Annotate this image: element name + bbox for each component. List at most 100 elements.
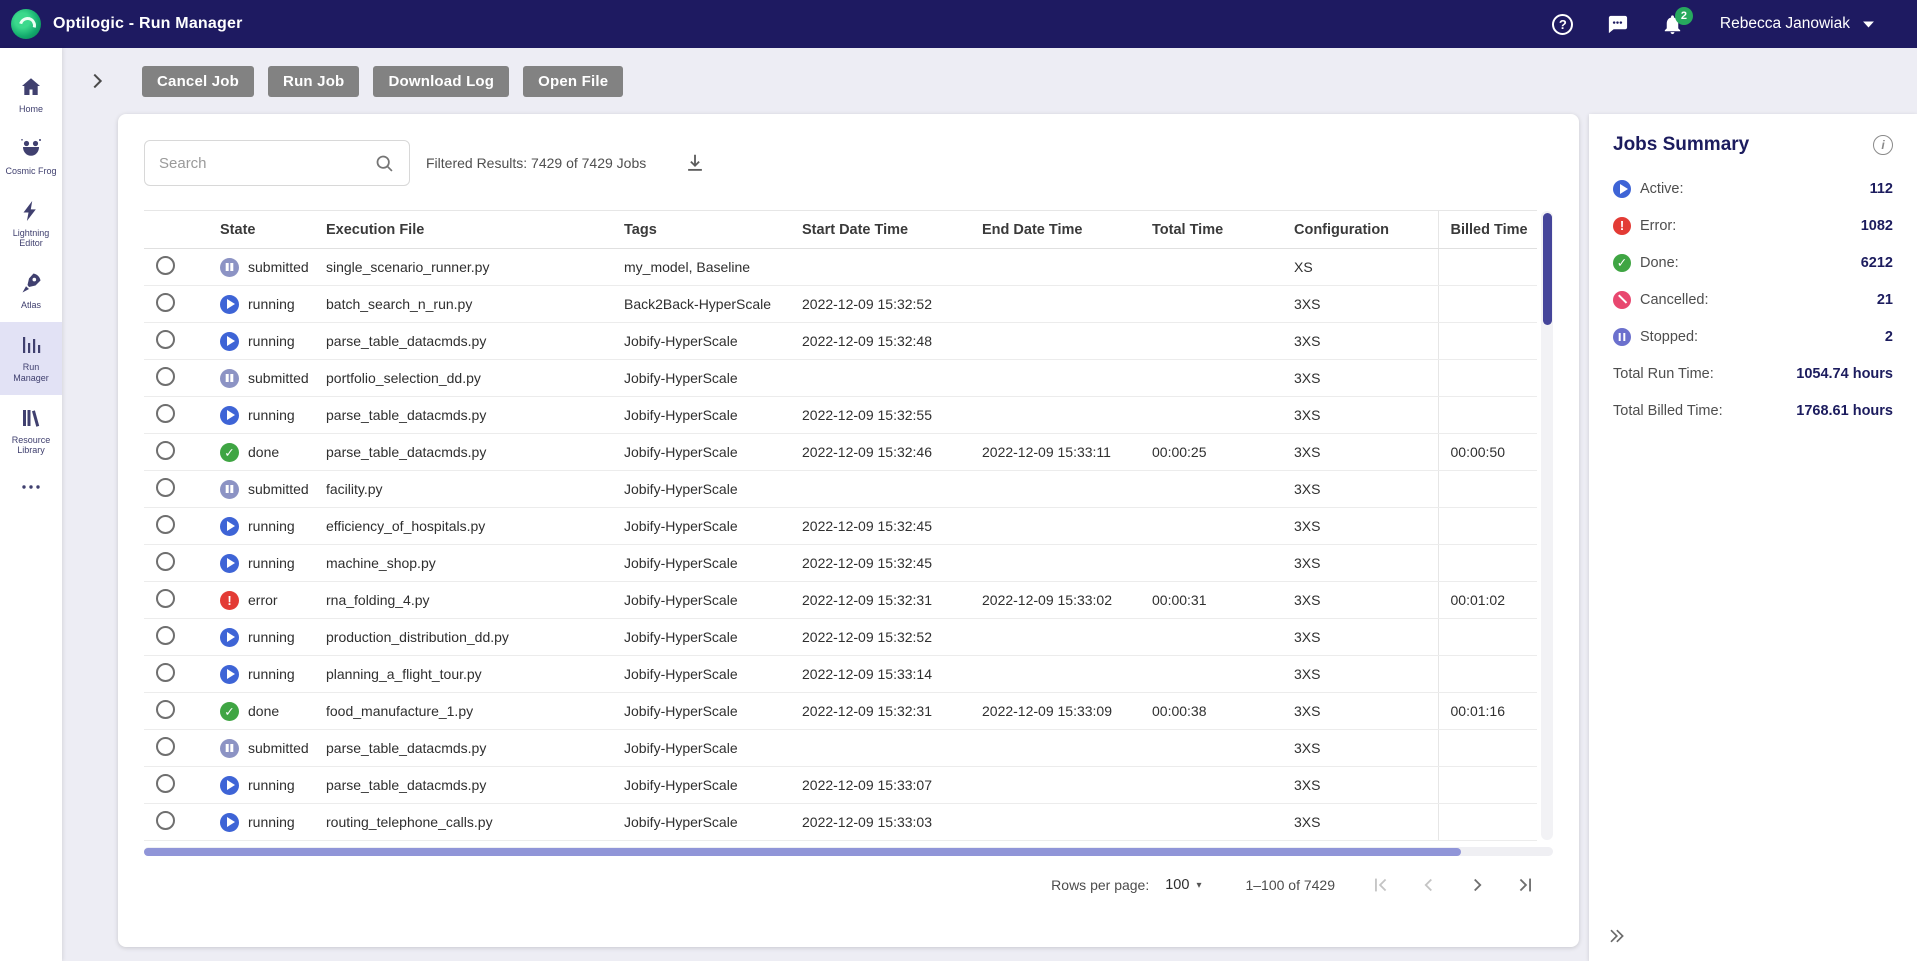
optilogic-logo-icon[interactable] (11, 9, 41, 39)
col-header-state[interactable]: State (208, 210, 320, 249)
configuration-cell: 3XS (1288, 433, 1438, 471)
jobs-summary-header: Jobs Summary i (1613, 134, 1893, 156)
tags-cell: Jobify-HyperScale (618, 766, 796, 804)
rows-per-page-select[interactable]: 100 ▾ (1165, 877, 1201, 893)
info-icon[interactable]: i (1873, 135, 1893, 155)
end-date-time-cell: 2022-12-09 15:33:09 (976, 692, 1146, 730)
billed-time-cell (1437, 766, 1537, 804)
start-date-time-cell (796, 359, 976, 397)
notifications-bell-icon[interactable]: 2 (1659, 7, 1693, 38)
job-state-label: error (248, 592, 278, 608)
sidebar-item-atlas[interactable]: Atlas (0, 260, 62, 322)
execution-file-cell: machine_shop.py (320, 544, 618, 582)
user-menu[interactable]: Rebecca Janowiak (1720, 15, 1875, 33)
start-date-time-cell: 2022-12-09 15:33:07 (796, 766, 976, 804)
next-page-button[interactable] (1453, 865, 1501, 905)
col-header-end-date-time[interactable]: End Date Time (976, 210, 1146, 249)
rocket-icon (22, 273, 41, 293)
col-header-execution-file[interactable]: Execution File (320, 210, 618, 249)
sidebar-item-run-manager[interactable]: Run Manager (0, 321, 62, 395)
configuration-cell: 3XS (1288, 322, 1438, 360)
download-icon[interactable] (682, 150, 708, 176)
job-status-icon (220, 479, 239, 499)
configuration-cell: 3XS (1288, 359, 1438, 397)
search-icon[interactable] (374, 153, 395, 174)
help-icon[interactable]: ? (1549, 10, 1577, 38)
topbar-left: Optilogic - Run Manager (11, 9, 243, 39)
last-page-button[interactable] (1501, 865, 1549, 905)
row-select-radio[interactable] (156, 256, 175, 275)
row-select-radio[interactable] (156, 811, 175, 830)
row-select-radio[interactable] (156, 589, 175, 608)
row-select-radio[interactable] (156, 404, 175, 423)
row-select-radio[interactable] (156, 367, 175, 386)
tags-cell: Jobify-HyperScale (618, 581, 796, 619)
configuration-cell: 3XS (1288, 766, 1438, 804)
chat-bubble-icon (1609, 15, 1628, 33)
summary-stat-row: Active: 112 (1613, 170, 1893, 207)
total-time-cell (1146, 396, 1288, 434)
sidebar-item-lightning-editor[interactable]: Lightning Editor (0, 188, 62, 261)
next-page-icon (1474, 878, 1482, 892)
execution-file-cell: portfolio_selection_dd.py (320, 359, 618, 397)
billed-time-cell (1437, 285, 1537, 323)
horizontal-scrollbar[interactable] (144, 847, 1553, 856)
job-status-icon (220, 701, 239, 721)
execution-file-cell: batch_search_n_run.py (320, 285, 618, 323)
total-time-cell (1146, 507, 1288, 545)
col-header-total-time[interactable]: Total Time (1146, 210, 1288, 249)
summary-stat-value: 112 (1869, 180, 1893, 197)
row-select-radio[interactable] (156, 737, 175, 756)
cancel-job-button[interactable]: Cancel Job (142, 65, 255, 97)
total-time-cell (1146, 544, 1288, 582)
row-select-radio[interactable] (156, 552, 175, 571)
vertical-scrollbar-thumb[interactable] (1542, 213, 1552, 325)
topbar-right: ? 2 Rebecca Janowiak (1549, 7, 1875, 38)
open-file-button[interactable]: Open File (523, 65, 624, 97)
job-status-icon (220, 516, 239, 536)
job-status-icon (220, 738, 239, 758)
chat-icon[interactable] (1604, 10, 1632, 38)
previous-page-button[interactable] (1405, 865, 1453, 905)
sidebar-item-cosmic-frog[interactable]: Cosmic Frog (0, 126, 62, 188)
table-row: running machine_shop.py Jobify-HyperScal… (144, 544, 1537, 582)
sidebar-item-resource-library[interactable]: Resource Library (0, 395, 62, 468)
end-date-time-cell (976, 359, 1146, 397)
horizontal-scrollbar-thumb[interactable] (144, 847, 1462, 856)
download-log-button[interactable]: Download Log (373, 65, 510, 97)
job-status-icon (220, 368, 239, 388)
search-input[interactable] (159, 154, 366, 172)
search-box (144, 140, 410, 186)
start-date-time-cell: 2022-12-09 15:32:45 (796, 507, 976, 545)
table-row: done parse_table_datacmds.py Jobify-Hype… (144, 433, 1537, 471)
collapse-panel-icon[interactable] (1601, 921, 1631, 951)
col-header-start-date-time[interactable]: Start Date Time (796, 210, 976, 249)
run-job-button[interactable]: Run Job (268, 65, 360, 97)
jobs-summary-title: Jobs Summary (1613, 134, 1750, 155)
row-select-radio[interactable] (156, 330, 175, 349)
execution-file-cell: production_distribution_dd.py (320, 618, 618, 656)
row-select-radio[interactable] (156, 700, 175, 719)
job-state-label: running (248, 777, 295, 793)
job-state-label: running (248, 407, 295, 423)
expand-panel-chevron[interactable] (82, 66, 112, 96)
billed-time-cell: 00:00:50 (1437, 433, 1537, 471)
row-select-radio[interactable] (156, 293, 175, 312)
col-header-configuration[interactable]: Configuration (1288, 210, 1438, 249)
row-select-radio[interactable] (156, 441, 175, 460)
first-page-button[interactable] (1357, 865, 1405, 905)
row-select-radio[interactable] (156, 663, 175, 682)
end-date-time-cell (976, 507, 1146, 545)
row-select-radio[interactable] (156, 478, 175, 497)
vertical-scrollbar[interactable] (1541, 211, 1553, 840)
sidebar-item-home[interactable]: Home (0, 64, 62, 126)
row-select-radio[interactable] (156, 626, 175, 645)
execution-file-cell: single_scenario_runner.py (320, 248, 618, 286)
start-date-time-cell: 2022-12-09 15:32:52 (796, 618, 976, 656)
col-header-billed-time[interactable]: Billed Time (1437, 210, 1537, 249)
col-header-tags[interactable]: Tags (618, 210, 796, 249)
row-select-radio[interactable] (156, 515, 175, 534)
configuration-cell: 3XS (1288, 396, 1438, 434)
row-select-radio[interactable] (156, 774, 175, 793)
sidebar-more-button[interactable] (0, 475, 62, 499)
